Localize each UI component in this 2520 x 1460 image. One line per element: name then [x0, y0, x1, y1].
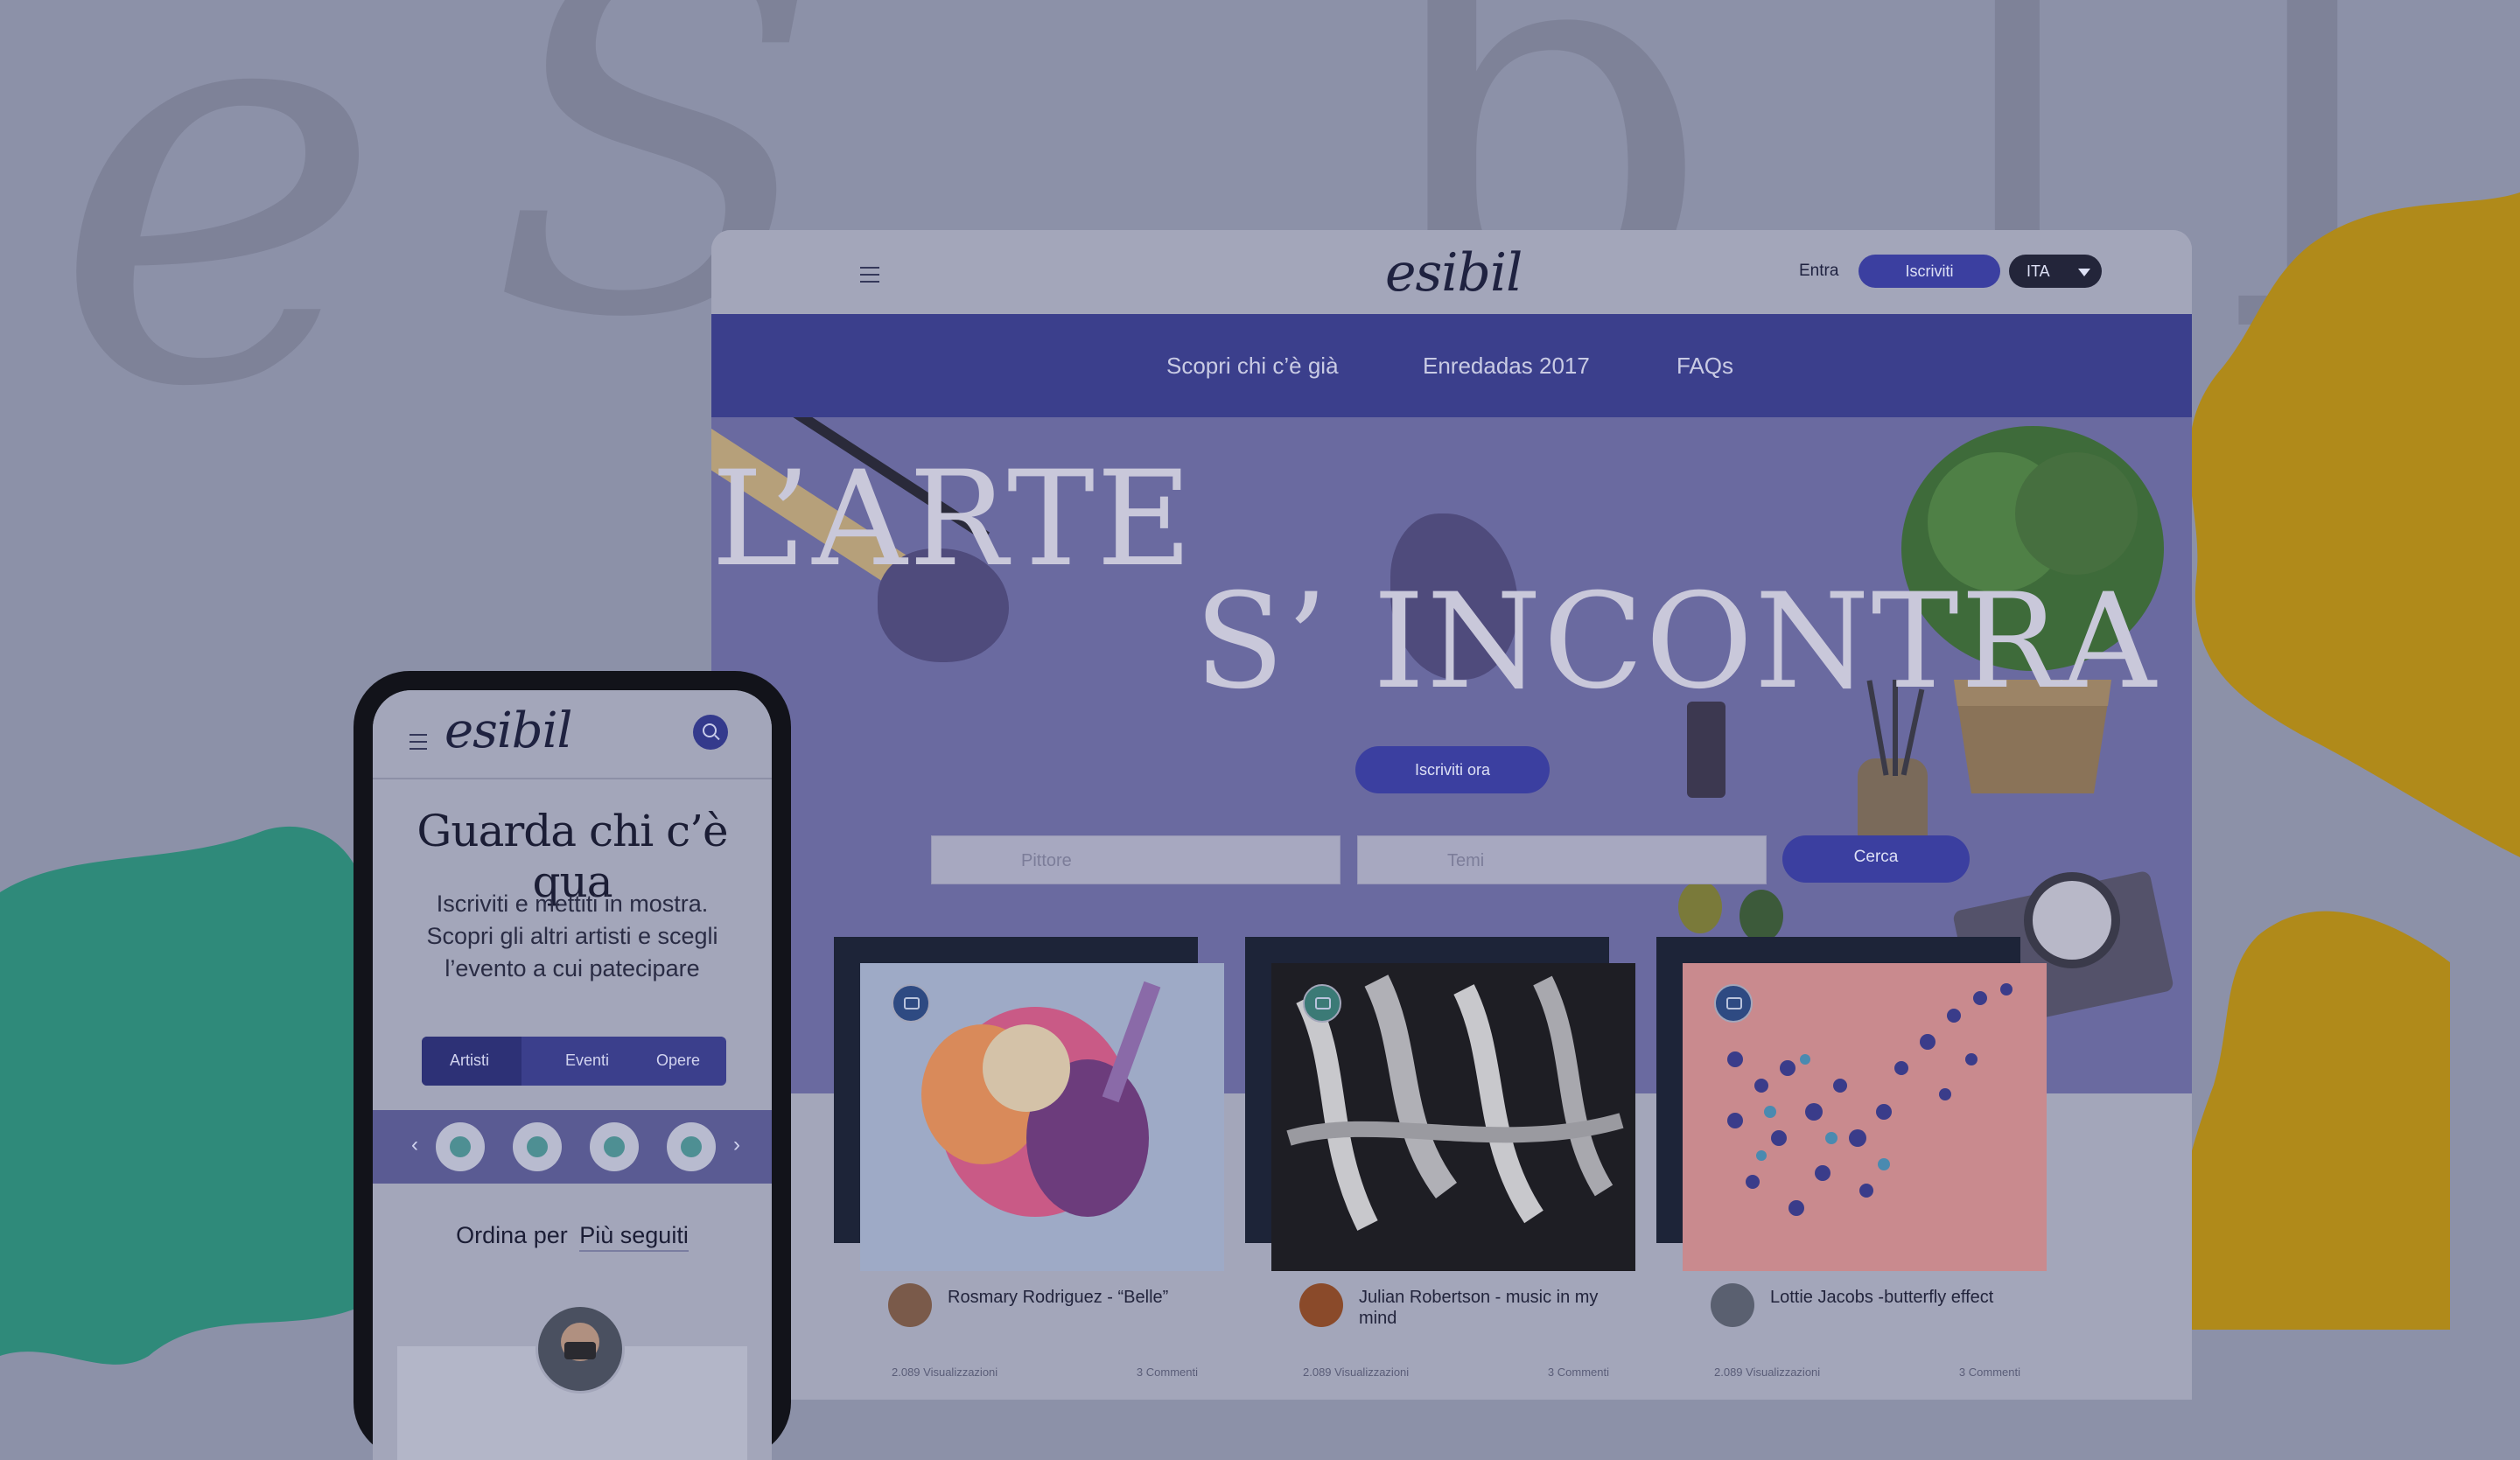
- card-views: 2.089 Visualizzazioni: [1714, 1366, 1821, 1379]
- desktop-window: esibil Entra Iscriviti ITA Scopri chi c’…: [711, 230, 2192, 1400]
- language-value: ITA: [2026, 262, 2050, 280]
- palette-icon[interactable]: [667, 1122, 716, 1171]
- mobile-logo[interactable]: esibil: [444, 702, 572, 759]
- site-logo[interactable]: esibil: [1385, 242, 1522, 304]
- signup-button[interactable]: Iscriviti: [1858, 255, 2000, 288]
- theme-search-input[interactable]: Temi: [1357, 835, 1767, 884]
- menu-icon[interactable]: [860, 267, 879, 283]
- chevron-right-icon[interactable]: ›: [733, 1133, 740, 1157]
- card-comments[interactable]: 3 Commenti: [1548, 1366, 1609, 1379]
- hero-title-line1: L’ARTE: [711, 444, 1194, 596]
- signup-now-button[interactable]: Iscriviti ora: [1355, 746, 1550, 793]
- bg-letter-e: e: [52, 0, 384, 509]
- mobile-subtitle: Iscriviti e mettiti in mostra. Scopri gl…: [426, 891, 718, 981]
- tab-artisti[interactable]: Artisti: [450, 1051, 489, 1070]
- sort-select[interactable]: Più seguiti: [579, 1222, 689, 1252]
- avatar[interactable]: [536, 1304, 625, 1394]
- card-info: Lottie Jacobs -butterfly effect 2.089 Vi…: [1683, 1271, 2047, 1400]
- card-title[interactable]: Rosmary Rodriguez - “Belle”: [948, 1287, 1210, 1308]
- nav-item-scopri[interactable]: Scopri chi c’è già: [1166, 353, 1339, 380]
- mobile-header: esibil: [373, 690, 772, 779]
- mobile-tabs: Artisti Eventi Opere: [422, 1037, 726, 1086]
- nav-item-enredadas[interactable]: Enredadas 2017: [1423, 353, 1590, 380]
- paint-jar-decoration: [1678, 881, 1722, 933]
- camera-icon[interactable]: [436, 1122, 485, 1171]
- site-header: esibil Entra Iscriviti ITA: [711, 230, 2192, 314]
- card-comments[interactable]: 3 Commenti: [1959, 1366, 2020, 1379]
- artist-search-input[interactable]: Pittore: [931, 835, 1340, 884]
- tab-opere[interactable]: Opere: [656, 1051, 700, 1070]
- hero-title-line2: S’ INCONTRA: [1194, 566, 2158, 718]
- avatar[interactable]: [888, 1283, 932, 1327]
- tab-eventi[interactable]: Eventi: [565, 1051, 609, 1070]
- chevron-down-icon: [2078, 269, 2090, 276]
- camera-icon: [1303, 984, 1341, 1023]
- card-info: Julian Robertson - music in my mind 2.08…: [1271, 1271, 1635, 1400]
- nav-item-faqs[interactable]: FAQs: [1676, 353, 1733, 380]
- camera-lens-decoration: [2024, 872, 2120, 968]
- card-comments[interactable]: 3 Commenti: [1137, 1366, 1198, 1379]
- card-views: 2.089 Visualizzazioni: [892, 1366, 998, 1379]
- paint-jar-decoration: [1740, 890, 1783, 942]
- search-button[interactable]: Cerca: [1782, 835, 1970, 883]
- card-title[interactable]: Lottie Jacobs -butterfly effect: [1770, 1287, 2033, 1308]
- mobile-device: esibil Guarda chi c’è qua Iscriviti e me…: [354, 671, 791, 1460]
- card-title[interactable]: Julian Robertson - music in my mind: [1359, 1287, 1621, 1329]
- avatar[interactable]: [1711, 1283, 1754, 1327]
- avatar[interactable]: [1299, 1283, 1343, 1327]
- login-link[interactable]: Entra: [1799, 262, 1838, 281]
- music-icon[interactable]: [590, 1122, 639, 1171]
- chevron-left-icon[interactable]: ‹: [411, 1133, 418, 1157]
- card-info: Rosmary Rodriguez - “Belle” 2.089 Visual…: [860, 1271, 1224, 1400]
- sort-control: Ordina per Più seguiti: [373, 1222, 772, 1252]
- language-select[interactable]: ITA: [2009, 255, 2102, 288]
- mobile-screen: esibil Guarda chi c’è qua Iscriviti e me…: [373, 690, 772, 1460]
- main-nav: Scopri chi c’è già Enredadas 2017 FAQs: [711, 314, 2192, 417]
- sort-label: Ordina per: [456, 1222, 568, 1248]
- menu-icon[interactable]: [410, 734, 427, 750]
- camera-icon: [1714, 984, 1753, 1023]
- category-carousel: ‹ ›: [373, 1110, 772, 1184]
- camera-icon: [892, 984, 930, 1023]
- vase-icon[interactable]: [513, 1122, 562, 1171]
- card-views: 2.089 Visualizzazioni: [1303, 1366, 1410, 1379]
- search-icon[interactable]: [693, 715, 728, 750]
